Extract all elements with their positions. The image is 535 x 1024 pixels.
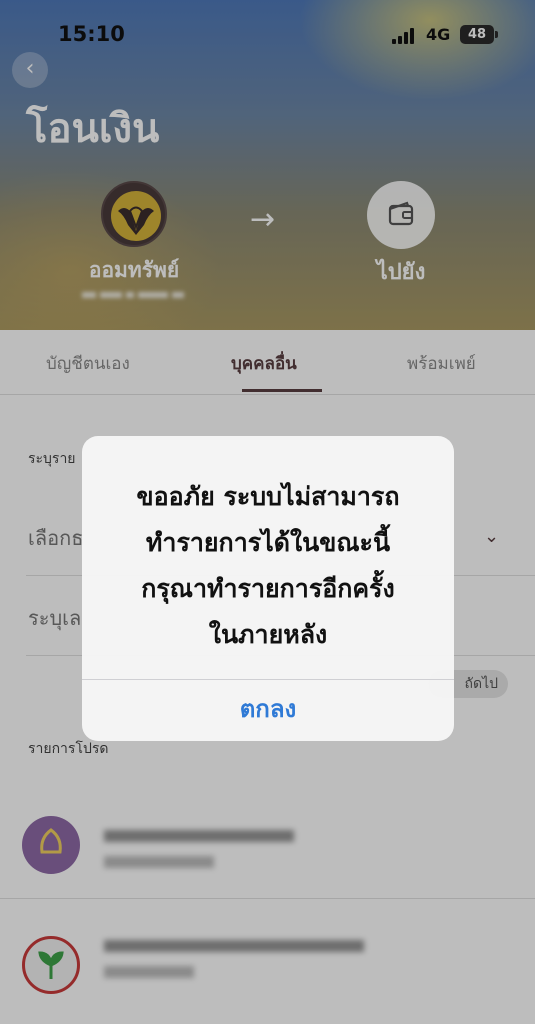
alert-message: ขออภัย ระบบไม่สามารถ ทำรายการได้ในขณะนี้… [136, 482, 400, 649]
error-alert-dialog: ขออภัย ระบบไม่สามารถ ทำรายการได้ในขณะนี้… [82, 436, 454, 741]
ok-button[interactable]: ตกลง [82, 680, 454, 741]
